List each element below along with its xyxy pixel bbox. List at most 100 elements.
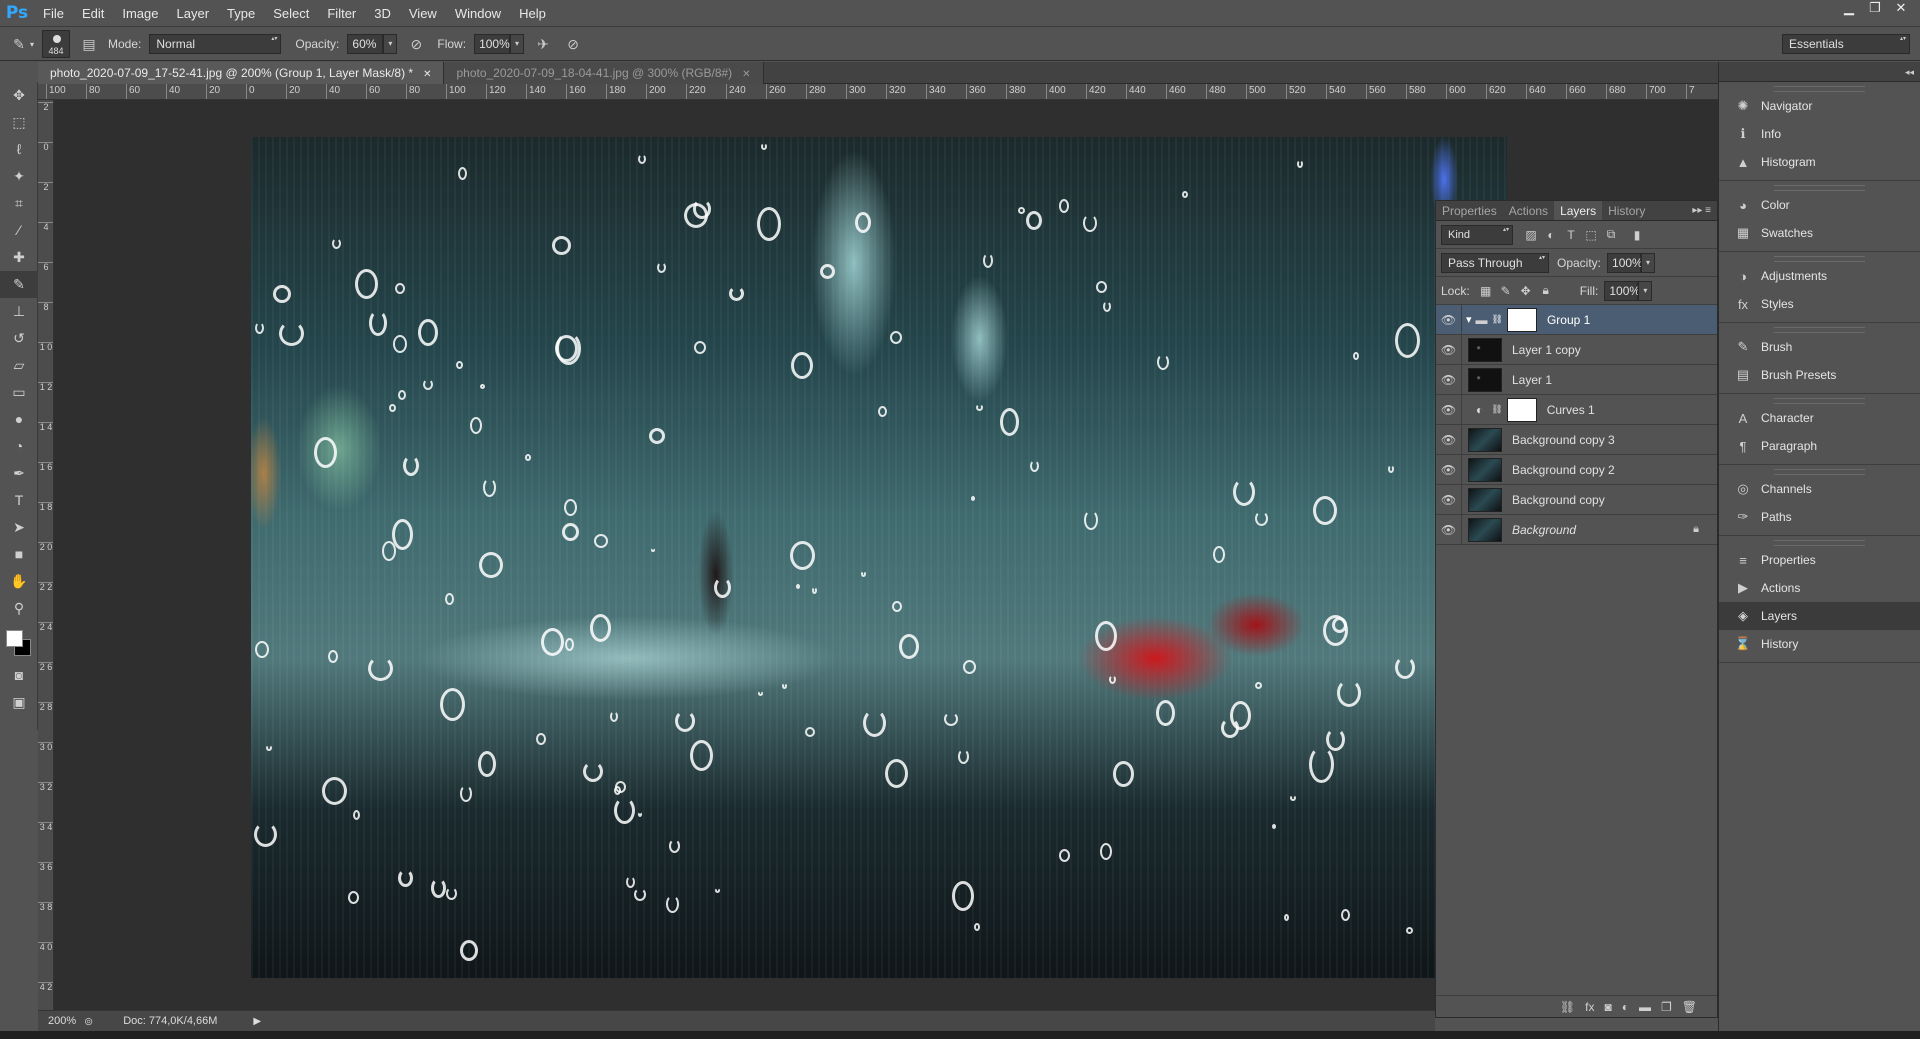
layer-name[interactable]: Layer 1 xyxy=(1512,373,1552,387)
menu-window[interactable]: Window xyxy=(446,6,510,21)
layer-name[interactable]: Background copy 3 xyxy=(1512,433,1615,447)
opacity-input[interactable]: 60% xyxy=(347,34,384,54)
fill-dropdown[interactable]: ▾ xyxy=(1638,280,1653,301)
flow-input[interactable]: 100% xyxy=(474,34,511,54)
share-icon[interactable]: ⊚ xyxy=(84,1015,93,1028)
layer-thumbnail[interactable] xyxy=(1468,457,1502,482)
layer-name[interactable]: Curves 1 xyxy=(1547,403,1595,417)
layer-row[interactable]: 👁︎ Background copy xyxy=(1436,484,1717,515)
lock-image-icon[interactable]: ✎ xyxy=(1496,284,1516,298)
filter-adjustment-icon[interactable]: ◐ xyxy=(1541,228,1561,242)
blend-mode-select[interactable]: Pass Through xyxy=(1441,252,1549,273)
crop-tool-icon[interactable]: ⌗ xyxy=(0,190,38,217)
layer-row[interactable]: 👁︎ Background copy 3 xyxy=(1436,424,1717,455)
opacity-dropdown[interactable]: ▾ xyxy=(383,34,398,54)
layer-opacity-dropdown[interactable]: ▾ xyxy=(1641,252,1656,273)
dock-item-channels[interactable]: ◎ Channels xyxy=(1719,475,1920,503)
filter-type-icon[interactable]: T xyxy=(1561,228,1581,242)
menu-type[interactable]: Type xyxy=(218,6,264,21)
document-tab[interactable]: photo_2020-07-09_17-52-41.jpg @ 200% (Gr… xyxy=(38,62,445,84)
visibility-eye-icon[interactable]: 👁︎ xyxy=(1436,304,1462,335)
menu-edit[interactable]: Edit xyxy=(73,6,113,21)
menu-help[interactable]: Help xyxy=(510,6,555,21)
dodge-tool-icon[interactable]: ◔ xyxy=(0,433,38,460)
new-layer-icon[interactable]: ❐ xyxy=(1661,1000,1672,1014)
zoom-level[interactable]: 200% xyxy=(38,1015,78,1027)
status-menu-arrow-icon[interactable]: ▶ xyxy=(253,1016,261,1027)
color-swatches[interactable] xyxy=(0,622,38,662)
dock-item-character[interactable]: A Character xyxy=(1719,404,1920,432)
eyedropper-tool-icon[interactable]: ⁄ xyxy=(0,217,38,244)
close-tab-icon[interactable]: ✕ xyxy=(742,69,750,80)
filter-shape-icon[interactable]: ⬚ xyxy=(1581,228,1601,242)
lock-transparent-icon[interactable]: ▦ xyxy=(1476,284,1496,298)
dock-item-brush-presets[interactable]: ▤ Brush Presets xyxy=(1719,361,1920,389)
visibility-eye-icon[interactable]: 👁︎ xyxy=(1436,334,1462,365)
menu-file[interactable]: File xyxy=(34,6,73,21)
move-tool-icon[interactable]: ✥ xyxy=(0,82,38,109)
menu-image[interactable]: Image xyxy=(113,6,167,21)
layer-mask-thumbnail[interactable] xyxy=(1506,397,1537,422)
visibility-eye-icon[interactable]: 👁︎ xyxy=(1436,394,1462,425)
visibility-eye-icon[interactable]: 👁︎ xyxy=(1436,424,1462,455)
mode-select[interactable]: Normal xyxy=(149,34,282,54)
panel-menu-icon[interactable]: ▸▸ ≡ xyxy=(1692,201,1711,221)
layer-name[interactable]: Background copy 2 xyxy=(1512,463,1615,477)
layer-thumbnail[interactable] xyxy=(1468,517,1502,542)
visibility-eye-icon[interactable]: 👁︎ xyxy=(1436,484,1462,515)
lasso-tool-icon[interactable]: ℓ xyxy=(0,136,38,163)
pressure-opacity-icon[interactable]: ⊘ xyxy=(405,33,427,55)
lock-all-icon[interactable]: 🔒︎ xyxy=(1536,283,1556,298)
menu-filter[interactable]: Filter xyxy=(318,6,365,21)
pressure-size-icon[interactable]: ⊘ xyxy=(562,33,584,55)
layer-thumbnail[interactable] xyxy=(1468,427,1502,452)
delete-layer-icon[interactable]: 🗑︎ xyxy=(1682,1000,1697,1014)
zoom-tool-icon[interactable]: ⚲ xyxy=(0,595,38,622)
layer-name[interactable]: Group 1 xyxy=(1547,313,1590,327)
rectangle-tool-icon[interactable]: ■ xyxy=(0,541,38,568)
dock-item-brush[interactable]: ✎ Brush xyxy=(1719,333,1920,361)
layer-thumbnail[interactable] xyxy=(1468,487,1502,512)
visibility-eye-icon[interactable]: 👁︎ xyxy=(1436,454,1462,485)
filter-kind-select[interactable]: Kind xyxy=(1441,224,1513,245)
document-tab[interactable]: photo_2020-07-09_18-04-41.jpg @ 300% (RG… xyxy=(444,62,764,84)
filter-pixel-icon[interactable]: ▨ xyxy=(1521,228,1541,242)
layer-mask-thumbnail[interactable] xyxy=(1506,307,1537,332)
visibility-eye-icon[interactable]: 👁︎ xyxy=(1436,364,1462,395)
layer-thumbnail[interactable] xyxy=(1468,337,1502,362)
brush-size-picker[interactable]: 484 xyxy=(42,30,71,58)
filter-smart-object-icon[interactable]: ⧉ xyxy=(1601,227,1621,242)
dock-collapse-icon[interactable]: ◂◂ xyxy=(1719,62,1920,82)
dock-item-adjustments[interactable]: ◑ Adjustments xyxy=(1719,262,1920,290)
dock-item-layers[interactable]: ◈ Layers xyxy=(1719,602,1920,630)
path-selection-tool-icon[interactable]: ➤ xyxy=(0,514,38,541)
layer-opacity-input[interactable]: 100% xyxy=(1607,252,1643,273)
fill-input[interactable]: 100% xyxy=(1604,280,1640,301)
history-brush-tool-icon[interactable]: ↺ xyxy=(0,325,38,352)
layer-row[interactable]: 👁︎ ▾ ▬ ⛓ Group 1 xyxy=(1436,304,1717,335)
dock-item-color[interactable]: ◕ Color xyxy=(1719,191,1920,219)
marquee-tool-icon[interactable]: ⬚ xyxy=(0,109,38,136)
menu-layer[interactable]: Layer xyxy=(168,6,219,21)
minimize-icon[interactable]: ▁ xyxy=(1836,0,1862,18)
gradient-tool-icon[interactable]: ▭ xyxy=(0,379,38,406)
brush-tool-icon[interactable]: ✎ xyxy=(0,271,38,298)
lock-position-icon[interactable]: ✥ xyxy=(1516,284,1536,298)
restore-icon[interactable]: ❐ xyxy=(1862,0,1888,18)
menu-view[interactable]: View xyxy=(400,6,446,21)
layer-name[interactable]: Layer 1 copy xyxy=(1512,343,1581,357)
clone-stamp-tool-icon[interactable]: ⊥ xyxy=(0,298,38,325)
dock-item-paths[interactable]: ✑ Paths xyxy=(1719,503,1920,531)
layer-row[interactable]: 👁︎ ◐ ⛓ Curves 1 xyxy=(1436,394,1717,425)
hand-tool-icon[interactable]: ✋ xyxy=(0,568,38,595)
dock-item-swatches[interactable]: ▦ Swatches xyxy=(1719,219,1920,247)
close-tab-icon[interactable]: ✕ xyxy=(423,69,431,80)
airbrush-icon[interactable]: ✈ xyxy=(532,33,554,55)
link-layers-icon[interactable]: ⛓ xyxy=(1560,1000,1575,1014)
foreground-color-swatch[interactable] xyxy=(6,630,23,647)
brush-panel-toggle-icon[interactable]: ▤ xyxy=(78,33,100,55)
layer-row[interactable]: 👁︎ Layer 1 copy xyxy=(1436,334,1717,365)
quick-mask-icon[interactable]: ◙ xyxy=(0,662,38,689)
filter-toggle-icon[interactable]: ▮ xyxy=(1627,228,1647,242)
fx-icon[interactable]: fx xyxy=(1585,1000,1594,1014)
